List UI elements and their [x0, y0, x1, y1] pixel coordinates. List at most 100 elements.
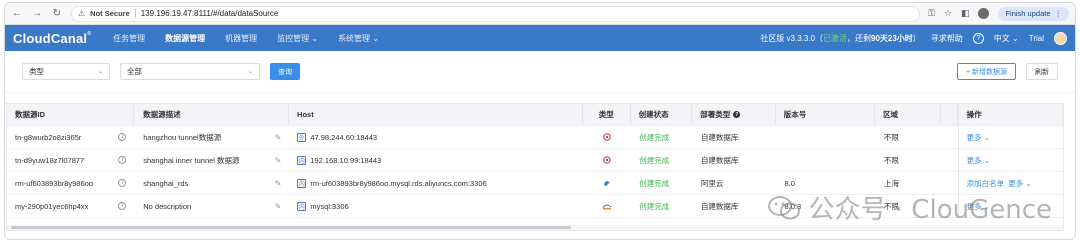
- query-button[interactable]: 查询: [270, 63, 300, 80]
- security-label[interactable]: Not Secure: [90, 9, 130, 18]
- mysql-icon: [604, 181, 611, 186]
- type-select[interactable]: 类型 ⌄: [22, 63, 110, 80]
- datasource-host: 192.168.10.99:18443: [310, 155, 382, 165]
- col-ops: 操作: [957, 104, 1063, 125]
- edit-icon[interactable]: ✎: [275, 179, 282, 188]
- col-host: Host: [289, 104, 583, 125]
- warning-icon[interactable]: ⚠: [78, 9, 85, 18]
- star-icon[interactable]: ☆: [944, 8, 952, 19]
- divider: [134, 9, 136, 18]
- filter-bar: 类型 ⌄ 全部 ⌄ 查询 + 新增数据源 刷新: [5, 51, 1075, 93]
- datasource-desc: shanghai inner tunnel 数据源: [143, 155, 240, 165]
- row-id-cell: tn-g8wurb2o8zi365r i: [7, 126, 134, 148]
- language-switch[interactable]: 中文 ⌄: [994, 33, 1019, 44]
- reload-icon[interactable]: ↻: [51, 8, 63, 20]
- question-icon[interactable]: ?: [733, 111, 741, 118]
- table-header: 数据源ID 数据源描述 Host 类型 创建状态 部署类型? 版本号 区域 操作: [7, 104, 1063, 126]
- nav-item-datasources[interactable]: 数据源管理: [165, 33, 205, 44]
- key-icon[interactable]: ⚿: [928, 8, 935, 19]
- wechat-icon: [767, 195, 800, 219]
- row-state-cell: 创建完成: [639, 201, 670, 211]
- row-version-cell: [776, 149, 875, 171]
- user-avatar[interactable]: [1054, 31, 1067, 45]
- refresh-button[interactable]: 刷新: [1026, 63, 1058, 80]
- row-deploy-cell: 自建数据库: [700, 155, 739, 165]
- more-menu-link[interactable]: 更多 ⌄: [967, 155, 990, 166]
- watermark: 公众号 · ClouGence: [767, 189, 1052, 226]
- col-region: 区域: [875, 104, 941, 125]
- finish-update-label: Finish update: [1005, 9, 1051, 18]
- datasource-host: mysql:3306: [310, 201, 349, 211]
- edit-icon[interactable]: ✎: [275, 156, 282, 165]
- info-icon[interactable]: i: [118, 156, 127, 164]
- row-ops-cell: 更多 ⌄: [957, 126, 1063, 148]
- datasource-host: 47.98.244.60:18443: [310, 132, 378, 142]
- datasource-desc: hangzhou tunnel数据源: [143, 132, 222, 142]
- type-select-value: 类型: [29, 67, 44, 76]
- app-header: CloudCanal® 任务管理 数据源管理 机器管理 监控管理 ⌄ 系统管理 …: [5, 25, 1075, 51]
- row-state-cell: 创建完成: [639, 155, 670, 165]
- nav-item-machines[interactable]: 机器管理: [225, 33, 257, 44]
- datasource-id[interactable]: my-290p01yec6hp4xx: [15, 202, 88, 211]
- logo-text: CloudCanal: [13, 30, 88, 46]
- row-desc-cell: shanghai_rds ✎: [134, 172, 289, 194]
- row-type-cell: [583, 172, 631, 194]
- app-logo[interactable]: CloudCanal®: [13, 31, 91, 46]
- datasource-id[interactable]: tn-d9yuw18z7l07877: [15, 156, 84, 165]
- row-id-cell: my-290p01yec6hp4xx i: [7, 195, 134, 217]
- row-desc-cell: hangzhou tunnel数据源 ✎: [134, 126, 289, 148]
- nav-item-monitoring[interactable]: 监控管理 ⌄: [277, 33, 318, 44]
- col-spacer: [941, 104, 958, 125]
- scope-select[interactable]: 全部 ⌄: [120, 63, 260, 80]
- row-host-cell: 内 mysql:3306: [289, 195, 583, 217]
- network-tag: 外: [297, 132, 307, 142]
- row-desc-cell: shanghai inner tunnel 数据源 ✎: [134, 149, 289, 171]
- edition-info: 社区版 v3.3.3.0（已激活，还剩90天23小时）: [760, 33, 920, 44]
- finish-update-button[interactable]: Finish update ⋮: [998, 6, 1069, 21]
- row-state-cell: 创建完成: [639, 132, 670, 142]
- network-tag: 内: [297, 155, 307, 165]
- edit-icon[interactable]: ✎: [275, 133, 282, 142]
- profile-avatar[interactable]: [978, 8, 990, 19]
- row-spacer: [942, 149, 958, 171]
- forward-icon[interactable]: →: [31, 8, 43, 20]
- edition-mid: ，还剩: [847, 33, 871, 43]
- nav-item-system[interactable]: 系统管理 ⌄: [338, 33, 379, 44]
- datasource-id[interactable]: rm-uf603893br8y986oo: [15, 179, 93, 188]
- row-id-cell: rm-uf603893br8y986oo i: [7, 172, 134, 194]
- trial-label: Trial: [1028, 33, 1044, 43]
- add-whitelist-link[interactable]: 添加白名单: [967, 178, 1005, 189]
- row-type-cell: [583, 126, 631, 148]
- col-desc: 数据源描述: [134, 104, 290, 125]
- help-link[interactable]: 寻求帮助: [931, 33, 963, 44]
- row-ops-cell: 更多 ⌄: [957, 149, 1063, 171]
- chevron-down-icon: ⌄: [97, 69, 103, 75]
- col-deploy-label: 部署类型: [700, 110, 731, 119]
- more-menu-link[interactable]: 更多 ⌄: [967, 132, 990, 143]
- info-icon[interactable]: i: [118, 179, 127, 187]
- datasource-id[interactable]: tn-g8wurb2o8zi365r: [15, 133, 81, 142]
- url-text[interactable]: 139.196.19.47:8111/#/data/dataSource: [141, 9, 279, 18]
- nav-item-tasks[interactable]: 任务管理: [113, 33, 145, 44]
- row-type-cell: [583, 149, 631, 171]
- sidebar-icon[interactable]: ◧: [961, 8, 970, 19]
- info-icon[interactable]: i: [118, 133, 127, 141]
- edit-icon[interactable]: ✎: [275, 202, 282, 211]
- row-spacer: [942, 126, 958, 148]
- row-host-cell: 内 rm-uf603893br8y986oo.mysql.rds.aliyuncs…: [289, 172, 583, 194]
- scrollbar-thumb[interactable]: [11, 226, 571, 229]
- row-desc-cell: No description ✎: [134, 195, 289, 217]
- row-id-cell: tn-d9yuw18z7l07877 i: [7, 149, 134, 171]
- mysql-icon: [602, 204, 612, 210]
- row-version-cell: [776, 126, 875, 148]
- datasource-desc: shanghai_rds: [143, 178, 189, 188]
- add-datasource-button[interactable]: + 新增数据源: [956, 63, 1016, 80]
- more-menu-link[interactable]: 更多 ⌄: [1008, 178, 1031, 189]
- main-nav: 任务管理 数据源管理 机器管理 监控管理 ⌄ 系统管理 ⌄: [113, 33, 379, 44]
- info-icon[interactable]: i: [118, 202, 127, 210]
- question-icon[interactable]: ?: [972, 32, 984, 44]
- address-bar[interactable]: ⚠ Not Secure 139.196.19.47:8111/#/data/d…: [71, 5, 921, 22]
- table-row: tn-g8wurb2o8zi365r i hangzhou tunnel数据源 ✎ …: [7, 126, 1063, 149]
- back-icon[interactable]: ←: [11, 8, 23, 20]
- row-state-cell: 创建完成: [639, 178, 670, 188]
